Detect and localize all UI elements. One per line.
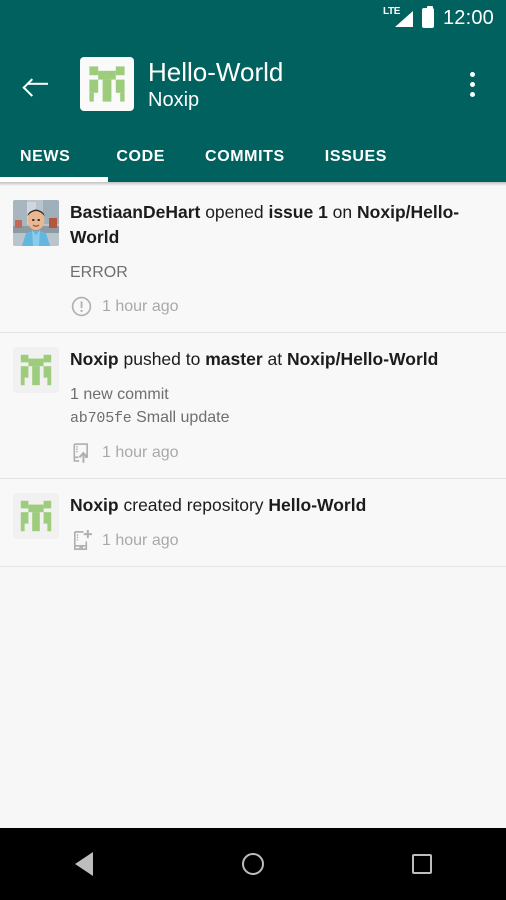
news-item[interactable]: BastiaanDeHart opened issue 1 on Noxip/H… bbox=[0, 186, 506, 333]
headline-text: created repository bbox=[118, 495, 269, 515]
page-title: Hello-World bbox=[148, 56, 284, 87]
headline-text: at bbox=[262, 349, 287, 369]
news-item-body: Noxip created repository Hello-World 1 ho… bbox=[70, 493, 490, 552]
commit-line: ab705fe Small update bbox=[70, 406, 490, 430]
news-item-meta: 1 hour ago bbox=[70, 529, 490, 552]
news-item-description: ERROR bbox=[70, 264, 128, 281]
tab-code[interactable]: CODE bbox=[96, 132, 185, 182]
repo-identicon[interactable] bbox=[13, 493, 59, 552]
user-photo-avatar[interactable] bbox=[13, 200, 59, 318]
signal-bars-icon: LTE bbox=[383, 6, 413, 29]
tab-label: COMMITS bbox=[205, 148, 285, 165]
tab-news[interactable]: NEWS bbox=[0, 132, 109, 182]
dot bbox=[469, 81, 475, 87]
back-arrow-icon[interactable] bbox=[18, 64, 58, 104]
tab-label: CODE bbox=[116, 148, 166, 165]
news-item-headline: Noxip pushed to master at Noxip/Hello-Wo… bbox=[70, 347, 490, 372]
signal-triangle bbox=[394, 11, 413, 27]
news-item-timestamp: 1 hour ago bbox=[102, 297, 179, 315]
phone-screen: LTE 12:00 Hello-World Noxip NEWS CODE CO… bbox=[0, 0, 506, 900]
repo-identicon[interactable] bbox=[13, 347, 59, 464]
news-item-headline: Noxip created repository Hello-World bbox=[70, 493, 490, 518]
news-feed[interactable]: BastiaanDeHart opened issue 1 on Noxip/H… bbox=[0, 186, 506, 828]
tab-commits[interactable]: COMMITS bbox=[185, 132, 305, 182]
news-item-meta: 1 hour ago bbox=[70, 295, 490, 318]
tab-label: NEWS bbox=[20, 148, 71, 165]
dot bbox=[469, 71, 475, 77]
headline-emphasis: BastiaanDeHart bbox=[70, 202, 201, 222]
repo-identicon bbox=[80, 57, 134, 111]
repo-push-icon bbox=[73, 443, 89, 463]
commit-message: Small update bbox=[131, 409, 230, 426]
news-item[interactable]: Noxip created repository Hello-World 1 ho… bbox=[0, 479, 506, 567]
commit-sha: ab705fe bbox=[70, 410, 132, 427]
tab-label: ISSUES bbox=[324, 148, 388, 165]
news-item-meta: 1 hour ago bbox=[70, 441, 490, 464]
headline-emphasis: issue 1 bbox=[268, 202, 328, 222]
tab-bar: NEWS CODE COMMITS ISSUES bbox=[0, 132, 506, 182]
nav-recents-icon[interactable] bbox=[392, 834, 452, 894]
headline-text: on bbox=[327, 202, 358, 222]
overflow-menu-icon[interactable] bbox=[452, 62, 492, 106]
news-item-description: 1 new commit bbox=[70, 386, 169, 403]
headline-emphasis: master bbox=[205, 349, 263, 369]
app-bar-titles: Hello-World Noxip bbox=[148, 57, 452, 112]
issue-opened-icon bbox=[71, 296, 92, 317]
headline-text: pushed to bbox=[118, 349, 206, 369]
nav-back-icon[interactable] bbox=[54, 834, 114, 894]
app-bar: Hello-World Noxip bbox=[0, 36, 506, 132]
news-item-body: BastiaanDeHart opened issue 1 on Noxip/H… bbox=[70, 200, 490, 318]
repo-created-icon bbox=[73, 530, 92, 550]
dot bbox=[469, 91, 475, 97]
news-item-body: Noxip pushed to master at Noxip/Hello-Wo… bbox=[70, 347, 490, 464]
news-item-timestamp: 1 hour ago bbox=[102, 443, 179, 461]
news-item[interactable]: Noxip pushed to master at Noxip/Hello-Wo… bbox=[0, 333, 506, 479]
status-bar-clock: 12:00 bbox=[442, 6, 494, 29]
tab-issues[interactable]: ISSUES bbox=[305, 132, 407, 182]
nav-home-icon[interactable] bbox=[223, 834, 283, 894]
news-item-headline: BastiaanDeHart opened issue 1 on Noxip/H… bbox=[70, 200, 490, 250]
status-bar: LTE 12:00 bbox=[0, 0, 506, 36]
page-subtitle: Noxip bbox=[148, 88, 200, 111]
headline-emphasis: Noxip bbox=[70, 495, 119, 515]
battery-full-icon bbox=[421, 6, 434, 28]
headline-emphasis: Hello-World bbox=[268, 495, 367, 515]
headline-emphasis: Noxip bbox=[70, 349, 119, 369]
headline-text: opened bbox=[200, 202, 269, 222]
headline-emphasis: Noxip/Hello-World bbox=[286, 349, 439, 369]
news-item-timestamp: 1 hour ago bbox=[102, 531, 179, 549]
android-nav-bar bbox=[0, 828, 506, 900]
